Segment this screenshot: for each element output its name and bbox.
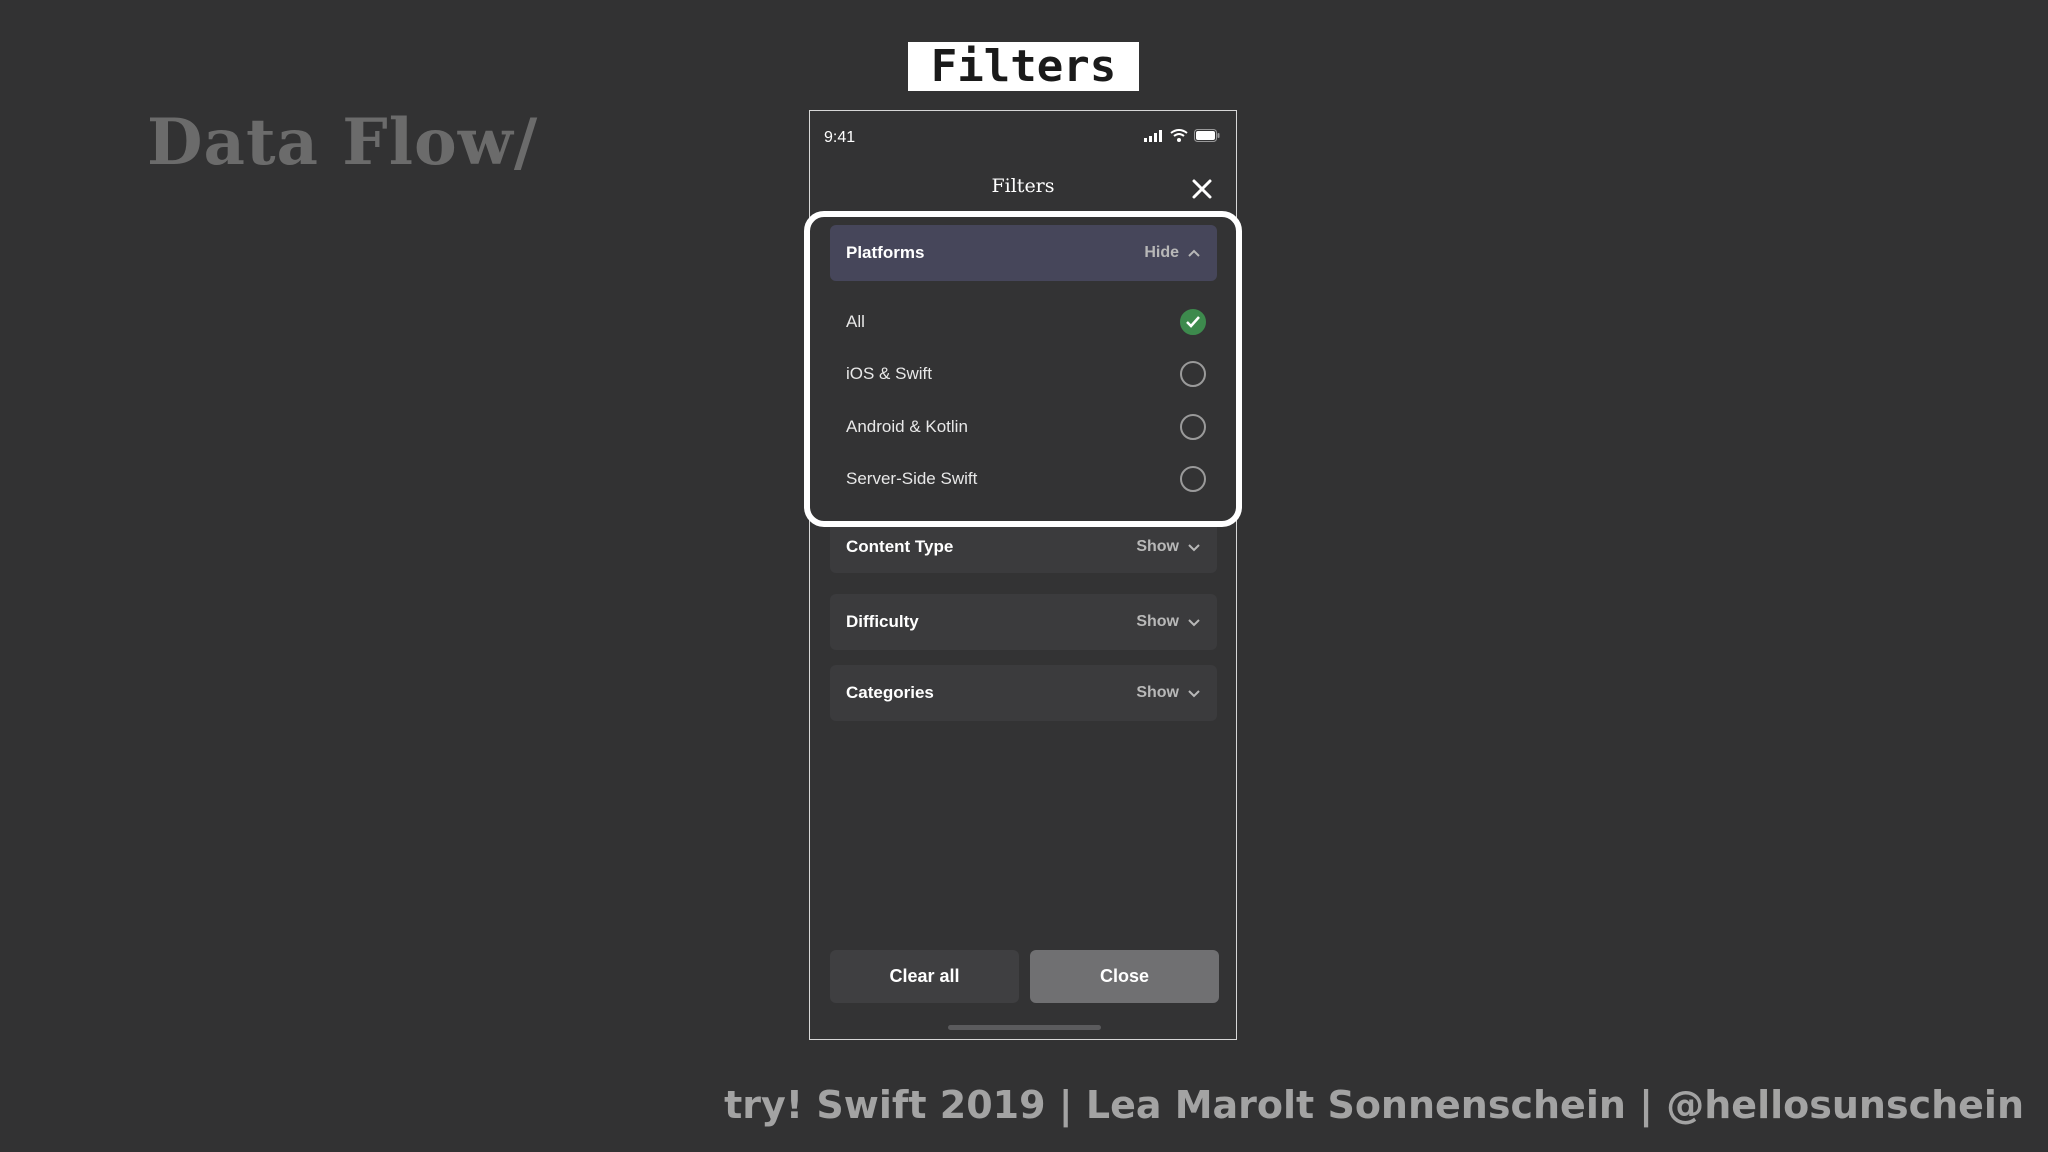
status-icons: [1144, 129, 1220, 142]
section-title: Content Type: [846, 537, 954, 556]
section-difficulty[interactable]: Difficulty Show: [830, 594, 1217, 650]
section-title: Difficulty: [846, 612, 919, 631]
status-time: 9:41: [824, 129, 856, 146]
section-toggle[interactable]: Show: [1136, 684, 1201, 702]
section-content-type[interactable]: Content Type Show: [830, 521, 1217, 573]
highlight-frame: [804, 211, 1242, 527]
toggle-label: Show: [1136, 613, 1179, 630]
slide-title: Data Flow/: [147, 105, 539, 180]
section-categories[interactable]: Categories Show: [830, 665, 1217, 721]
slide-footer: try! Swift 2019 | Lea Marolt Sonnenschei…: [724, 1083, 2024, 1127]
section-toggle[interactable]: Show: [1136, 613, 1201, 631]
toggle-label: Show: [1136, 684, 1179, 701]
chevron-down-icon: [1188, 619, 1200, 627]
signal-icon: [1144, 129, 1162, 142]
phone-screen: 9:41 Filters Platforms Hide All iOS & Sw…: [804, 110, 1242, 1040]
section-toggle[interactable]: Show: [1136, 538, 1201, 556]
close-icon[interactable]: [1190, 177, 1214, 201]
section-title: Categories: [846, 683, 934, 702]
toggle-label: Show: [1136, 538, 1179, 555]
home-indicator: [948, 1025, 1101, 1030]
battery-icon: [1194, 129, 1220, 142]
clear-all-button[interactable]: Clear all: [830, 950, 1019, 1003]
nav-title: Filters: [991, 175, 1055, 197]
chevron-down-icon: [1188, 544, 1200, 552]
close-button[interactable]: Close: [1030, 950, 1219, 1003]
chevron-down-icon: [1188, 690, 1200, 698]
wifi-icon: [1170, 129, 1188, 142]
slide-label: Filters: [908, 41, 1139, 92]
